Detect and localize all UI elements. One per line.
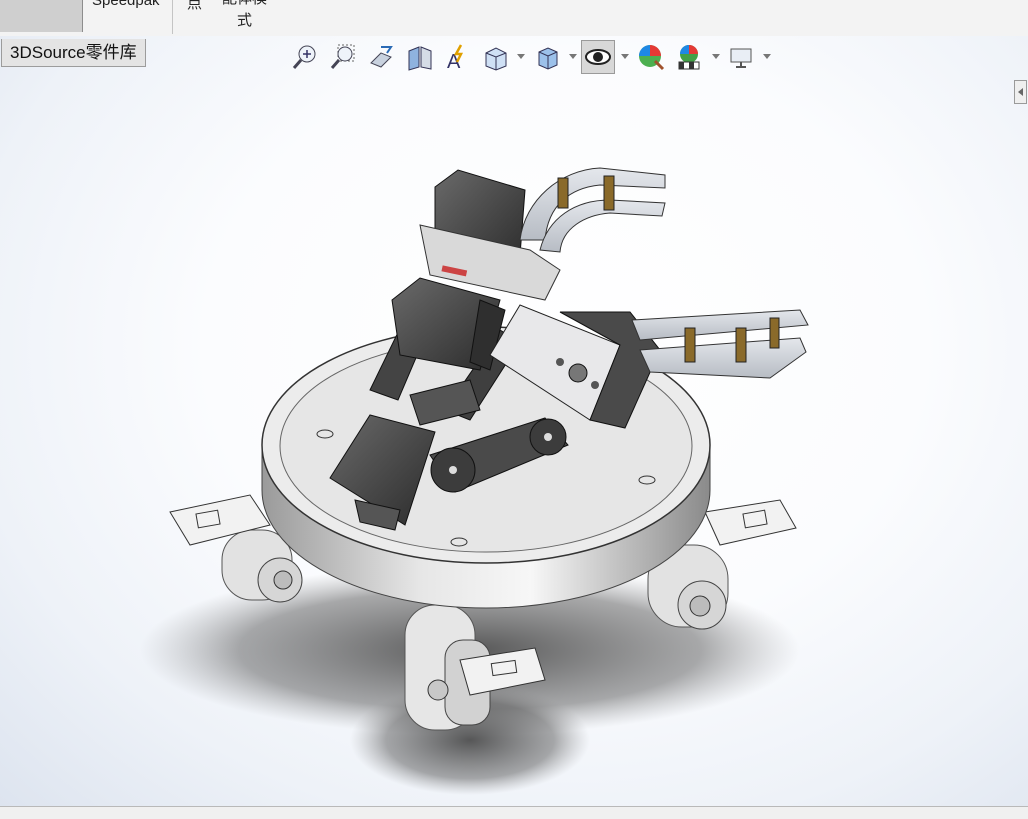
zoom-to-area-icon[interactable] — [326, 40, 360, 74]
zoom-to-fit-icon[interactable] — [288, 40, 322, 74]
display-style-dropdown-icon[interactable] — [569, 54, 577, 59]
apply-scene-dropdown-icon[interactable] — [712, 54, 720, 59]
status-bar — [0, 806, 1028, 819]
hide-show-items-icon[interactable] — [581, 40, 615, 74]
ribbon-tab-assembly-mode[interactable]: 配体模 式 — [222, 0, 267, 32]
apply-scene-icon[interactable] — [672, 40, 706, 74]
ribbon-separator — [172, 0, 173, 34]
ribbon-tab-assembly-line2: 式 — [237, 12, 253, 29]
view-orientation-dropdown-icon[interactable] — [517, 54, 525, 59]
hide-show-dropdown-icon[interactable] — [621, 54, 629, 59]
graphics-area[interactable] — [0, 36, 1028, 806]
right-gripper — [631, 309, 809, 379]
display-style-icon[interactable] — [530, 40, 564, 74]
robot-arm-assembly-model[interactable] — [0, 36, 1028, 806]
view-settings-dropdown-icon[interactable] — [763, 54, 771, 59]
view-settings-icon[interactable] — [724, 40, 758, 74]
ribbon-tab-selected[interactable] — [0, 0, 83, 32]
edit-appearance-icon[interactable] — [634, 40, 668, 74]
elbow-servo — [391, 277, 506, 371]
previous-view-icon[interactable] — [364, 40, 398, 74]
upper-gripper — [519, 167, 666, 253]
command-manager-ribbon: Speedpak 点 配体模 式 — [0, 0, 1028, 37]
ribbon-tab-assembly-line1: 配体模 — [222, 0, 267, 10]
ribbon-tab-speedpak[interactable]: Speedpak — [92, 0, 160, 9]
view-orientation-icon[interactable] — [478, 40, 512, 74]
task-pane-collapse-button[interactable] — [1014, 80, 1027, 104]
dynamic-annotation-icon[interactable]: A — [440, 40, 474, 74]
section-view-icon[interactable] — [402, 40, 436, 74]
3dsource-library-tab[interactable]: 3DSource零件库 — [1, 39, 146, 67]
ribbon-tab-point[interactable]: 点 — [187, 0, 202, 13]
